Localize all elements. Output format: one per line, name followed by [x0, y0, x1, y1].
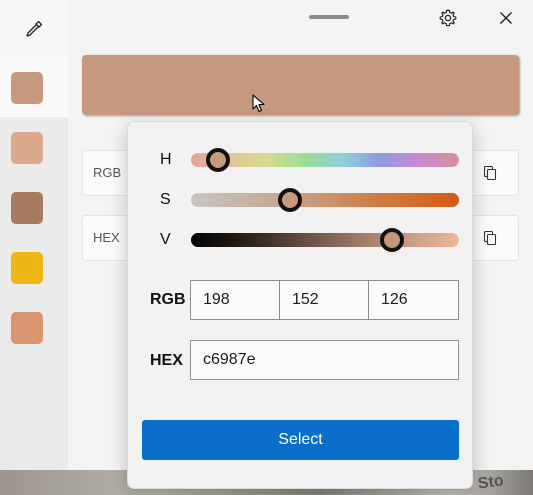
value-slider[interactable]	[191, 228, 459, 252]
color-history-sidebar	[0, 0, 68, 470]
slider-label-v: V	[160, 231, 171, 248]
settings-button[interactable]	[434, 4, 462, 32]
slider-label-s: S	[160, 191, 171, 208]
swatch-5[interactable]	[11, 312, 43, 344]
close-button[interactable]	[492, 4, 520, 32]
drag-handle[interactable]	[309, 15, 349, 19]
select-button[interactable]: Select	[142, 420, 459, 460]
format-label: HEX	[93, 230, 120, 245]
slider-label-h: H	[160, 151, 172, 168]
copy-icon	[483, 230, 497, 246]
rgb-label: RGB	[150, 291, 186, 308]
slider-thumb[interactable]	[380, 228, 404, 252]
saturation-slider[interactable]	[191, 188, 459, 212]
pick-color-button[interactable]	[0, 0, 68, 57]
title-bar	[68, 0, 533, 36]
copy-icon	[483, 165, 497, 181]
swatch-2[interactable]	[11, 132, 43, 164]
swatch-1[interactable]	[11, 72, 43, 104]
green-input[interactable]: 152	[279, 280, 369, 320]
copy-button[interactable]	[480, 228, 500, 248]
color-editor-flyout: H S V RGB 198 152 126 HEX c6987e Select	[127, 121, 473, 489]
slider-thumb[interactable]	[205, 148, 230, 172]
hex-label: HEX	[150, 352, 183, 369]
close-icon	[500, 12, 512, 24]
hue-slider[interactable]	[191, 148, 459, 172]
slider-thumb[interactable]	[278, 188, 303, 212]
mouse-cursor-icon	[252, 94, 265, 113]
eyedropper-icon	[26, 20, 43, 37]
blue-input[interactable]: 126	[368, 280, 459, 320]
swatch-3[interactable]	[11, 192, 43, 224]
copy-button[interactable]	[480, 163, 500, 183]
backdrop-text: Sto	[476, 472, 505, 493]
color-preview[interactable]	[82, 55, 519, 115]
hex-input[interactable]: c6987e	[190, 340, 459, 380]
swatch-4[interactable]	[11, 252, 43, 284]
gear-icon	[439, 9, 457, 27]
format-label: RGB	[93, 165, 122, 180]
red-input[interactable]: 198	[190, 280, 280, 320]
